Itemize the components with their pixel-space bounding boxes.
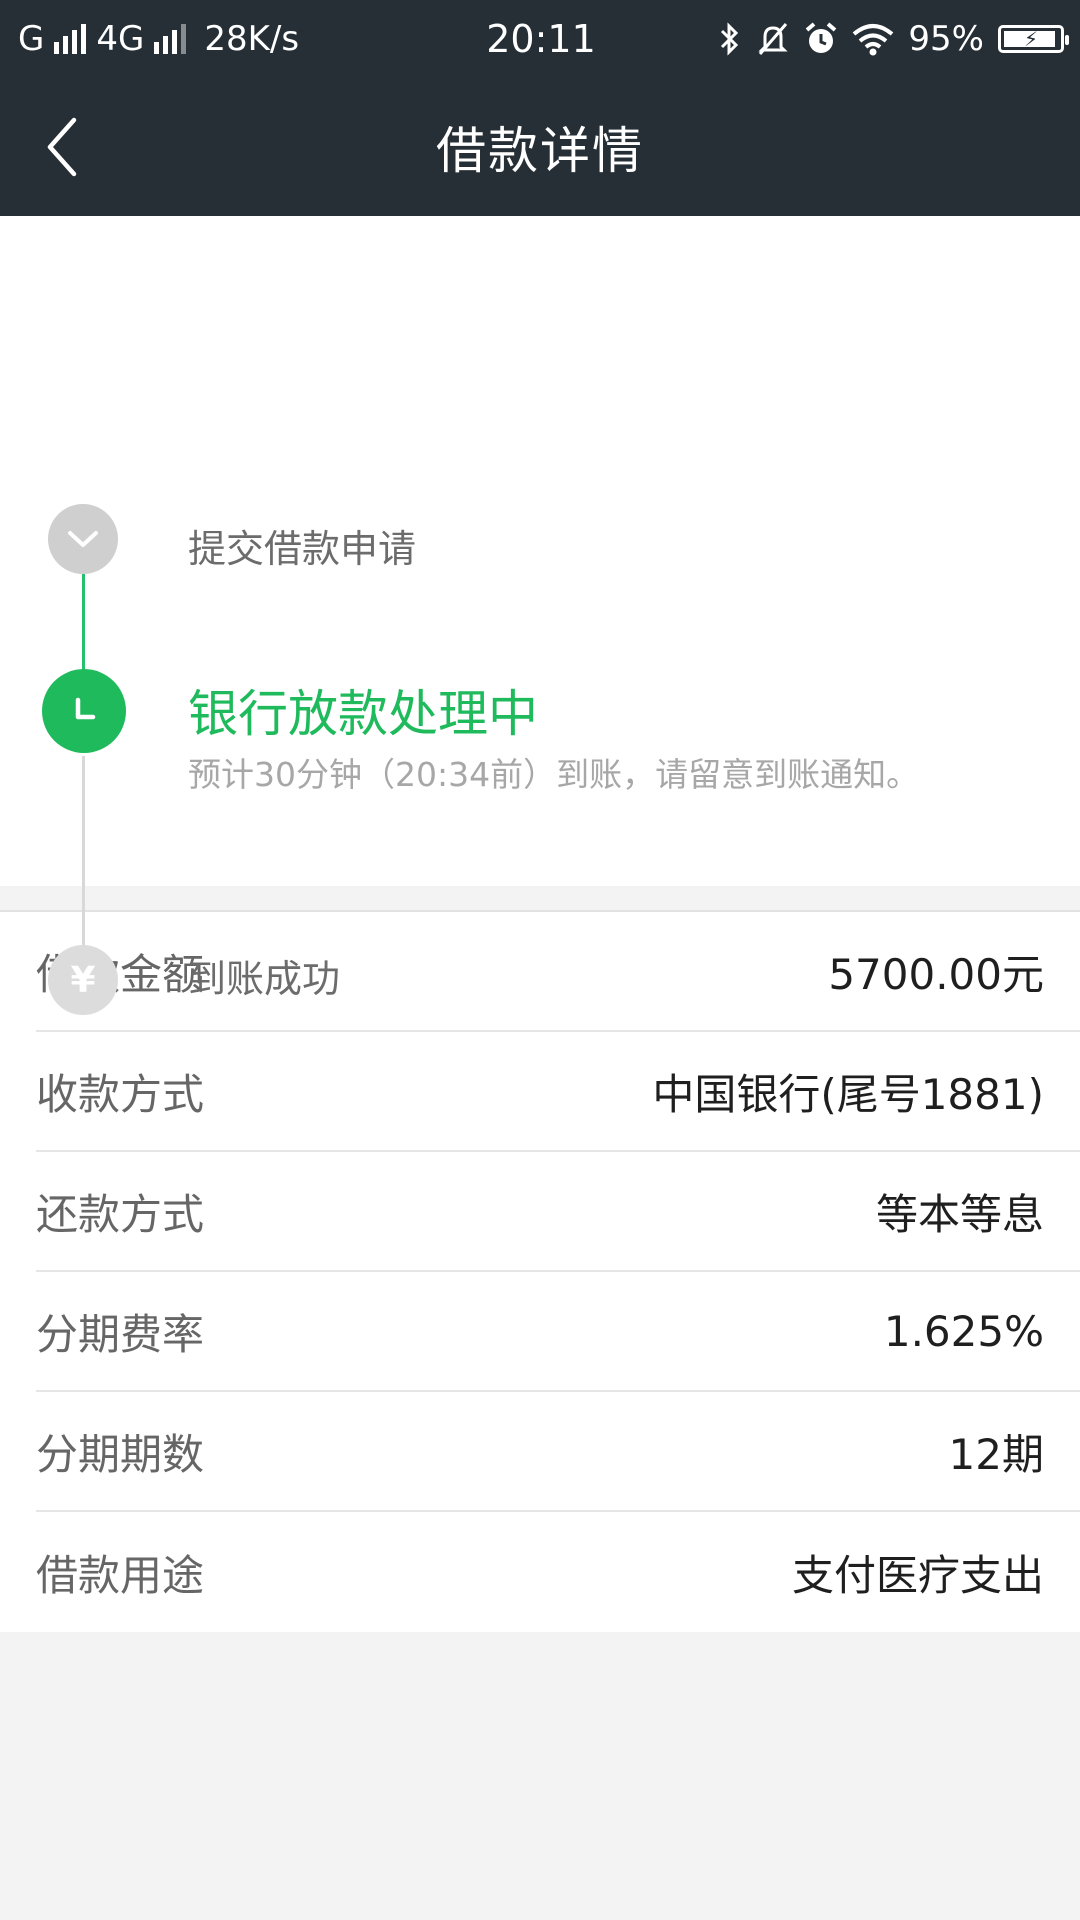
loan-details-list: 借款金额 5700.00元 收款方式 中国银行(尾号1881) 还款方式 等本等…: [0, 912, 1080, 1632]
carrier-label: G: [18, 19, 45, 59]
step-processing-note: 预计30分钟（20:34前）到账，请留意到账通知。: [188, 755, 920, 794]
detail-row-repay-method: 还款方式 等本等息: [36, 1152, 1080, 1272]
detail-value: 12期: [948, 1429, 1044, 1479]
detail-key: 分期期数: [36, 1429, 205, 1479]
signal-icon: [54, 24, 87, 54]
signal-icon: [154, 24, 187, 54]
detail-key: 还款方式: [36, 1189, 205, 1239]
page-title: 借款详情: [436, 122, 644, 180]
timeline-connector-done: [82, 574, 85, 670]
detail-key: 收款方式: [36, 1069, 205, 1119]
chevron-left-icon[interactable]: [36, 114, 96, 180]
detail-row-terms: 分期期数 12期: [36, 1392, 1080, 1512]
step-label-submitted: 提交借款申请: [188, 527, 417, 571]
detail-key: 分期费率: [36, 1309, 205, 1359]
clock: 20:11: [486, 17, 596, 61]
detail-value: 1.625%: [883, 1306, 1044, 1356]
detail-row-purpose: 借款用途 支付医疗支出: [36, 1512, 1080, 1632]
detail-value: 中国银行(尾号1881): [652, 1069, 1044, 1119]
step-label-processing: 银行放款处理中: [188, 685, 538, 743]
detail-value: 等本等息: [875, 1189, 1044, 1239]
clock-icon: [75, 697, 96, 720]
nav-bar: 借款详情: [0, 78, 1080, 216]
detail-row-rate: 分期费率 1.625%: [36, 1272, 1080, 1392]
bluetooth-icon: [721, 22, 739, 56]
status-right: 95% ⚡: [644, 19, 1069, 59]
detail-key: 借款用途: [36, 1550, 205, 1600]
check-icon: [68, 531, 98, 547]
net-speed: 28K/s: [204, 19, 300, 59]
detail-value: 5700.00元: [828, 949, 1044, 999]
step-active-node: [42, 669, 126, 753]
mute-bell-icon: [758, 23, 789, 55]
section-divider: [0, 886, 1080, 912]
charging-icon: ⚡: [1023, 27, 1039, 51]
battery-icon: ⚡: [998, 25, 1069, 53]
step-label-arrived: 到账成功: [188, 957, 341, 1001]
alarm-icon: [806, 22, 837, 53]
timeline-connector-pending: [82, 756, 85, 974]
loan-progress-timeline: 提交借款申请 银行放款处理中 预计30分钟（20:34前）到账，请留意到账通知。…: [0, 216, 1080, 1015]
status-left: G 4G 28K/s: [18, 19, 438, 59]
yen-icon: ¥: [48, 945, 118, 1015]
detail-row-receive-method: 收款方式 中国银行(尾号1881): [36, 1032, 1080, 1152]
detail-value: 支付医疗支出: [791, 1550, 1044, 1600]
status-bar: G 4G 28K/s 20:11 95% ⚡: [0, 0, 1080, 78]
wifi-icon: [853, 24, 894, 56]
step-done-node: [48, 504, 118, 574]
battery-percent: 95%: [908, 19, 984, 59]
network-type-label: 4G: [96, 19, 145, 59]
